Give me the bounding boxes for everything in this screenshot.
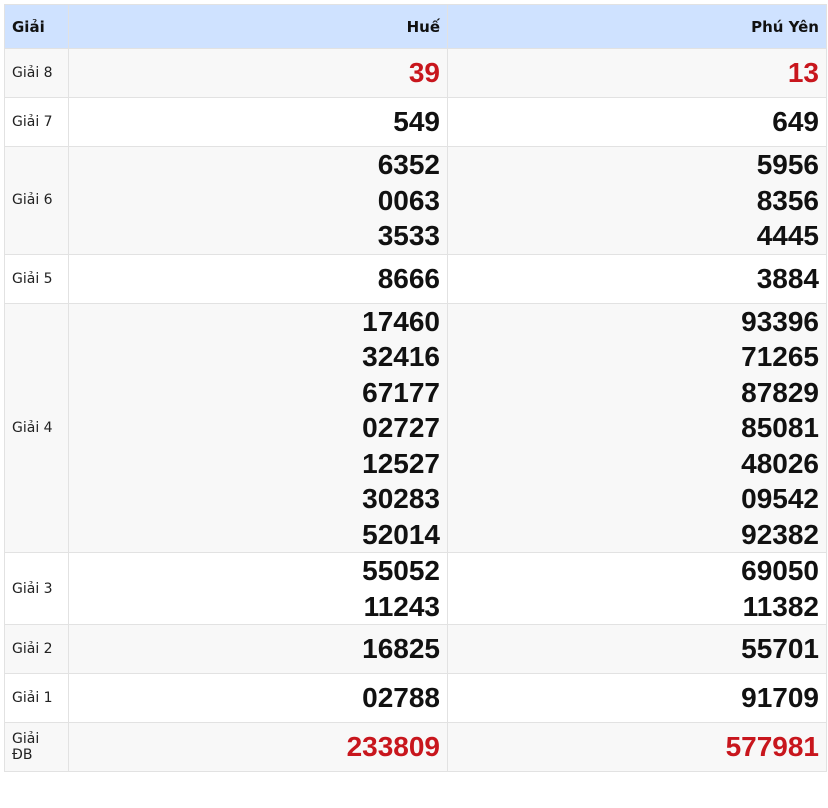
result-cell-phu-yen: 3884 [447,253,827,304]
result-cell-phu-yen: 55701 [447,624,827,674]
prize-row: Giải 2 16825 55701 [4,624,827,674]
prize-name: Giải 8 [4,48,69,98]
result-cell-phu-yen: 577981 [447,722,827,772]
winning-number: 93396 [741,305,819,337]
prize-row: Giải 8 39 13 [4,48,827,98]
winning-number: 67177 [362,376,440,408]
winning-number: 91709 [741,682,819,714]
prize-row: Giải 5 8666 3884 [4,253,827,304]
winning-number: 3533 [377,220,440,251]
winning-number: 52014 [362,518,440,550]
result-cell-phu-yen: 13 [447,48,827,98]
winning-number: 69050 [741,555,819,586]
result-cell-hue: 8666 [68,253,448,304]
winning-number: 09542 [741,483,819,514]
winning-number: 233809 [346,731,440,763]
prize-name: Giải 3 [4,552,69,625]
prize-name: Giải 5 [4,253,69,304]
winning-number: 577981 [725,731,819,763]
winning-number: 6352 [377,149,440,180]
lottery-results-table: Giải Huế Phú Yên Giải 8 39 13 Giải 7 549 649 G… [4,4,827,772]
result-cell-phu-yen: 69050 11382 [447,552,827,625]
result-cell-phu-yen: 93396 71265 87829 85081 48026 09542 92382 [447,302,827,553]
winning-number: 3884 [756,262,819,294]
winning-number: 8666 [377,262,440,294]
winning-number: 30283 [362,483,440,514]
prize-name: Giải 6 [4,146,69,255]
winning-number: 11243 [363,590,440,622]
winning-number: 85081 [741,412,819,443]
winning-number: 02788 [362,682,440,714]
winning-number: 8356 [756,184,819,216]
winning-number: 55701 [741,633,819,665]
result-cell-hue: 233809 [68,722,448,772]
prize-name: Giải 7 [4,97,69,147]
result-cell-hue: 549 [68,97,448,147]
result-cell-hue: 02788 [68,673,448,723]
result-cell-hue: 39 [68,48,448,98]
prize-column-header: Giải [4,4,69,49]
winning-number: 71265 [741,341,819,372]
result-cell-hue: 17460 32416 67177 02727 12527 30283 52014 [68,302,448,553]
prize-name: Giải 4 [4,302,69,553]
winning-number: 87829 [741,376,819,408]
winning-number: 55052 [362,555,440,586]
winning-number: 11382 [742,590,819,622]
province-header-hue[interactable]: Huế [68,4,448,49]
prize-row: Giải 4 17460 32416 67177 02727 12527 30283 5201… [4,302,827,553]
winning-number: 0063 [377,184,440,216]
winning-number: 12527 [362,447,440,479]
winning-number: 39 [408,57,440,89]
prize-name: Giải 2 [4,624,69,674]
province-header-phu-yen[interactable]: Phú Yên [447,4,827,49]
prize-row: Giải 1 02788 91709 [4,673,827,723]
result-cell-hue: 6352 0063 3533 [68,146,448,255]
result-cell-phu-yen: 649 [447,97,827,147]
winning-number: 17460 [362,305,440,337]
prize-name: Giải ĐB [4,722,69,772]
winning-number: 16825 [362,633,440,665]
prize-row: Giải 7 549 649 [4,97,827,147]
result-cell-phu-yen: 91709 [447,673,827,723]
prize-row: Giải ĐB 233809 577981 [4,722,827,772]
prize-name: Giải 1 [4,673,69,723]
winning-number: 32416 [362,341,440,372]
winning-number: 549 [393,106,440,138]
winning-number: 649 [772,106,819,138]
result-cell-hue: 55052 11243 [68,552,448,625]
winning-number: 5956 [756,149,819,180]
result-cell-phu-yen: 5956 8356 4445 [447,146,827,255]
prize-row: Giải 6 6352 0063 3533 5956 8356 4445 [4,146,827,255]
winning-number: 02727 [362,412,440,443]
winning-number: 92382 [741,518,819,550]
winning-number: 13 [787,57,819,89]
winning-number: 48026 [741,447,819,479]
winning-number: 4445 [756,220,819,251]
header-row: Giải Huế Phú Yên [4,4,827,49]
prize-row: Giải 3 55052 11243 69050 11382 [4,552,827,625]
result-cell-hue: 16825 [68,624,448,674]
